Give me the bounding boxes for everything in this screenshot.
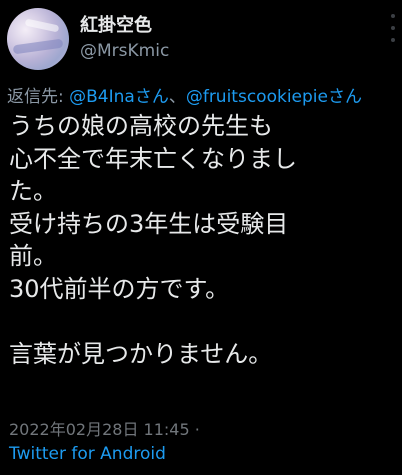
mention-link-b4ina[interactable]: @B4Inaさん	[69, 87, 169, 107]
author-handle[interactable]: @MrsKmic	[80, 41, 169, 61]
avatar-highlight-shape	[24, 18, 60, 33]
tweet-line: た。	[9, 177, 57, 205]
tweet-line: 30代前半の方です。	[9, 274, 230, 303]
tweet-line: うちの娘の高校の先生も	[9, 112, 273, 140]
more-options-icon[interactable]	[388, 14, 398, 42]
tweet-line: 受け持ちの3年生は受験目	[9, 209, 289, 238]
avatar-cloud-shape	[12, 38, 64, 55]
reply-to-line: 返信先: @B4Inaさん、@fruitscookiepieさん	[7, 82, 362, 107]
avatar[interactable]	[7, 8, 69, 70]
author-display-name[interactable]: 紅掛空色	[80, 11, 152, 37]
reply-separator: 、	[168, 87, 186, 107]
tweet-line: 心不全で年末亡くなりまし	[9, 144, 297, 173]
reply-prefix: 返信先:	[7, 87, 70, 107]
tweet-line: 前。	[9, 242, 57, 270]
tweet-text: うちの娘の高校の先生も 心不全で年末亡くなりまし た。 受け持ちの3年生は受験目…	[9, 110, 399, 370]
tweet-client-link[interactable]: Twitter for Android	[9, 444, 166, 464]
tweet-line: 言葉が見つかりません。	[9, 339, 273, 368]
tweet-timestamp[interactable]: 2022年02月28日 11:45 ·	[9, 416, 200, 440]
mention-link-fruitscookiepie[interactable]: @fruitscookiepieさん	[186, 87, 362, 107]
